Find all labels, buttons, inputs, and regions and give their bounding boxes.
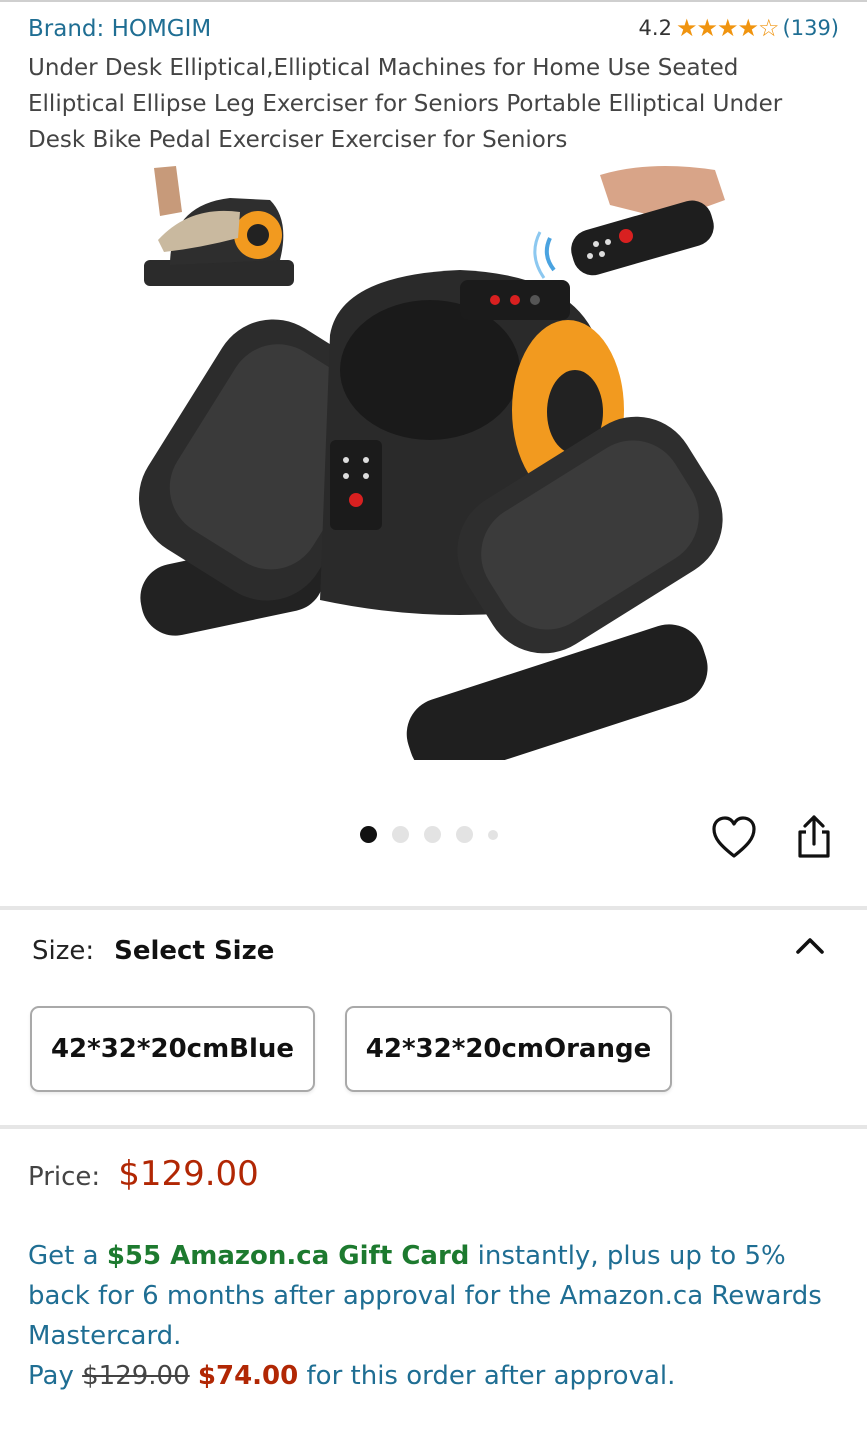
favorite-button[interactable] [710, 814, 758, 860]
brand-link[interactable]: Brand: HOMGIM [28, 16, 211, 42]
carousel-dots[interactable] [360, 826, 498, 843]
chevron-up-icon [796, 938, 824, 954]
rating-count[interactable]: (139) [783, 16, 839, 40]
carousel-dot[interactable] [392, 826, 409, 843]
share-icon [798, 815, 830, 858]
star-rating-icon: ★★★★☆ [675, 14, 780, 42]
size-option-blue[interactable]: 42*32*20cmBlue [30, 1006, 315, 1092]
share-button[interactable] [792, 812, 836, 862]
section-divider [0, 1125, 867, 1129]
promo-old-price: $129.00 [82, 1361, 190, 1391]
promo-suffix: for this order after approval. [298, 1361, 676, 1391]
promo-pay-label: Pay [28, 1361, 83, 1391]
carousel-dot[interactable] [360, 826, 377, 843]
product-image[interactable] [130, 160, 740, 760]
rating-summary[interactable]: 4.2 ★★★★☆ (139) [639, 14, 839, 42]
elliptical-machine [138, 270, 723, 760]
price-row: Price: $129.00 [28, 1154, 259, 1194]
inset-foot-image [144, 166, 294, 286]
inset-remote-image [533, 166, 725, 279]
size-selector-header[interactable]: Size: Select Size [32, 936, 274, 966]
carousel-dot[interactable] [488, 829, 498, 840]
size-label: Size: [32, 936, 95, 966]
size-option-orange[interactable]: 42*32*20cmOrange [345, 1006, 672, 1092]
size-value: Select Size [114, 936, 275, 966]
carousel-dot[interactable] [456, 826, 473, 843]
price-value: $129.00 [118, 1154, 259, 1194]
credit-card-promo[interactable]: Get a $55 Amazon.ca Gift Card instantly,… [28, 1236, 828, 1396]
rating-value: 4.2 [638, 16, 672, 40]
promo-gift-card: $55 Amazon.ca Gift Card [106, 1241, 470, 1271]
promo-prefix: Get a [28, 1241, 107, 1271]
product-title: Under Desk Elliptical,Elliptical Machine… [28, 55, 783, 153]
carousel-dot[interactable] [424, 826, 441, 843]
collapse-size-button[interactable] [792, 930, 828, 962]
price-label: Price: [28, 1162, 101, 1192]
top-divider [0, 0, 867, 2]
section-divider [0, 906, 867, 910]
heart-icon [712, 816, 756, 858]
promo-new-price: $74.00 [197, 1361, 299, 1391]
